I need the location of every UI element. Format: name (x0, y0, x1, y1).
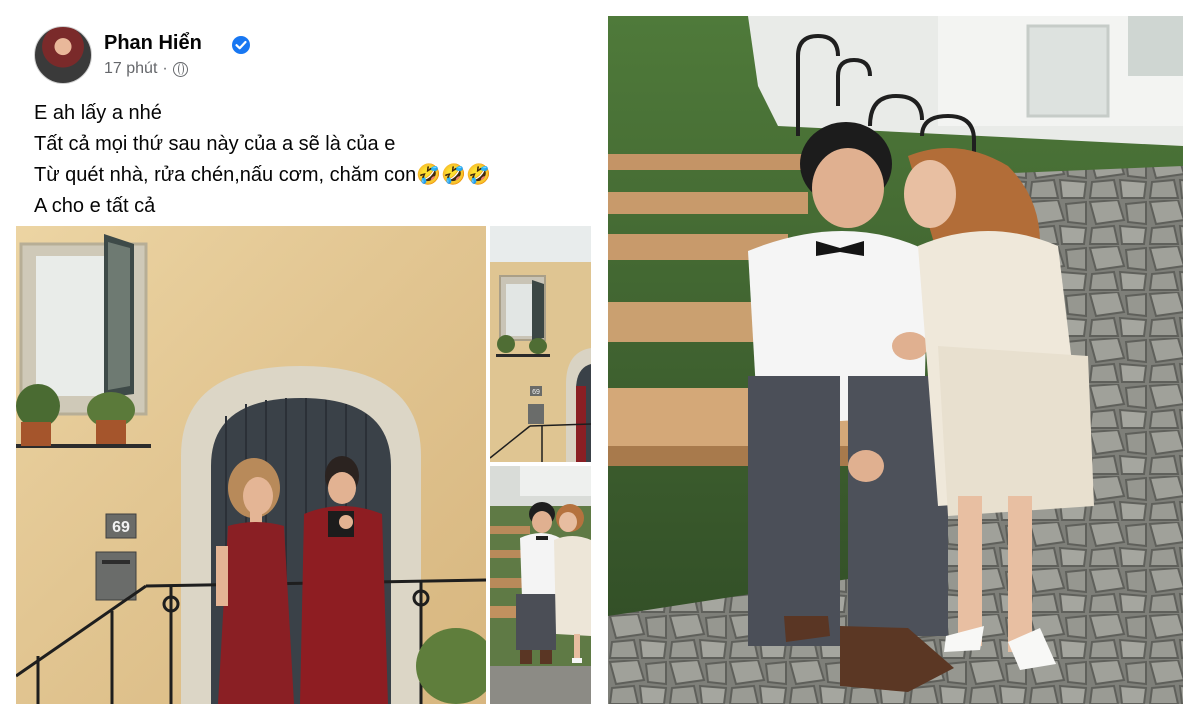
post-line: Tất cả mọi thứ sau này của a sẽ là của e (34, 133, 396, 155)
post-meta: 17 phút · (104, 60, 188, 78)
building-thumbnail-illustration: 69 (490, 226, 591, 462)
post-header: Phan Hiển 17 phút · (34, 26, 574, 86)
globe-icon[interactable] (172, 61, 188, 77)
post-text: E ah lấy a nhé Tất cả mọi thứ sau này củ… (34, 98, 574, 222)
post-line: Từ quét nhà, rửa chén,nấu cơm, chăm con🤣… (34, 164, 492, 186)
post-photo-thumb-bottom[interactable] (490, 466, 591, 704)
meta-separator: · (162, 60, 168, 77)
author-avatar[interactable] (34, 26, 92, 84)
verified-badge-icon (232, 36, 250, 54)
door-number-thumb: 69 (532, 389, 540, 396)
post-line: A cho e tất cả (34, 195, 156, 217)
door-number-main: 69 (112, 519, 130, 536)
post-photo-thumb-top[interactable]: 69 (490, 226, 591, 462)
post-timestamp[interactable]: 17 phút (104, 60, 157, 78)
wedding-photo-large[interactable] (608, 16, 1183, 704)
couple-bench-illustration (608, 16, 1183, 704)
couple-door-illustration: 69 (16, 226, 486, 704)
bench-thumbnail-illustration (490, 466, 591, 704)
facebook-post: Phan Hiển 17 phút · E ah lấy a nhé Tất c… (16, 16, 591, 704)
post-photo-main[interactable]: 69 (16, 226, 486, 704)
post-line: E ah lấy a nhé (34, 102, 162, 124)
author-name[interactable]: Phan Hiển (104, 32, 202, 55)
